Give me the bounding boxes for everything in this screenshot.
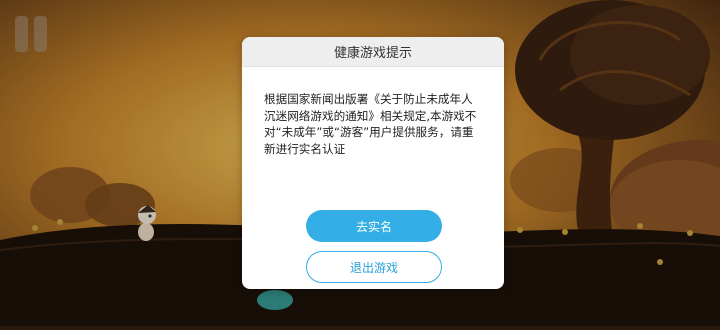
- exit-game-button[interactable]: 退出游戏: [306, 251, 442, 283]
- dialog-message: 根据国家新闻出版署《关于防止未成年人沉迷网络游戏的通知》相关规定,本游戏不对“未…: [264, 92, 477, 156]
- dialog-title: 健康游戏提示: [242, 37, 504, 67]
- verify-identity-button[interactable]: 去实名: [306, 210, 442, 242]
- health-game-dialog: 健康游戏提示 根据国家新闻出版署《关于防止未成年人沉迷网络游戏的通知》相关规定,…: [242, 37, 504, 289]
